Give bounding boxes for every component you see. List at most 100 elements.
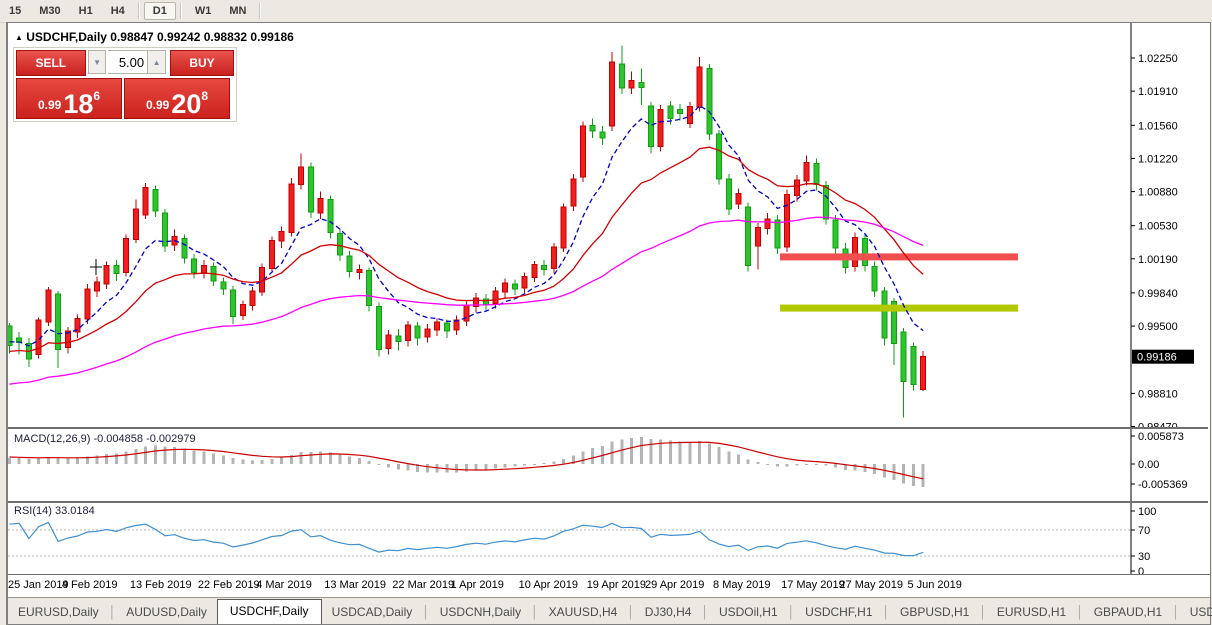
macd-bar [805, 464, 808, 465]
candle-body [240, 305, 245, 316]
candle-body [571, 179, 576, 206]
candle-body [853, 237, 858, 266]
timeframe-button-15[interactable]: 15 [0, 2, 30, 20]
timeframe-button-d1[interactable]: D1 [144, 2, 176, 20]
chart-tab-usdchf-daily[interactable]: USDCHF,Daily [217, 599, 322, 624]
timeframe-button-m30[interactable]: M30 [30, 2, 69, 20]
volume-down-button[interactable]: ▼ [88, 50, 107, 74]
macd-bar [484, 464, 487, 470]
chart-tab-eurusd-daily[interactable]: EURUSD,Daily [8, 601, 109, 624]
volume-up-button[interactable]: ▲ [147, 50, 166, 74]
chart-title: ▲ USDCHF,Daily 0.98847 0.99242 0.98832 0… [15, 30, 294, 44]
timeframe-button-w1[interactable]: W1 [186, 2, 221, 20]
bid-pipette: 6 [93, 89, 100, 103]
candle-body [406, 325, 411, 341]
macd-bar [737, 454, 740, 464]
candle-body [765, 219, 770, 229]
macd-bar [513, 464, 516, 467]
tab-separator: │ [531, 605, 539, 624]
candle-body [124, 238, 129, 272]
macd-bar [76, 458, 79, 464]
tab-separator: │ [883, 605, 891, 624]
macd-tick-label: 0.005873 [1138, 431, 1184, 443]
macd-bar [504, 464, 507, 467]
chart-tab-usdchf-h1[interactable]: USDCHF,H1 [795, 601, 882, 624]
timeframe-toolbar: 15M30H1H4 D1 W1MN [0, 0, 1212, 23]
candle-body [386, 335, 391, 349]
chart-tab-dj30-h4[interactable]: DJ30,H4 [635, 601, 702, 624]
candle-body [901, 332, 906, 382]
rsi-pane[interactable]: 10070300 [8, 501, 1208, 574]
chart-tab-usdoil-h1[interactable]: USDOil,H1 [709, 601, 788, 624]
macd-bar [407, 464, 410, 471]
macd-bar [795, 464, 798, 466]
candle-body [872, 267, 877, 291]
candle-body [639, 82, 644, 87]
tab-separator: │ [422, 605, 430, 624]
date-tick-label: 22 Feb 2019 [198, 579, 260, 591]
date-tick-label: 29 Apr 2019 [645, 579, 704, 591]
candle-body [143, 188, 148, 215]
timeframe-button-h1[interactable]: H1 [70, 2, 102, 20]
candle-body [201, 266, 206, 274]
candle-body [522, 276, 527, 288]
chart-window: ▲ USDCHF,Daily 0.98847 0.99242 0.98832 0… [6, 22, 1211, 625]
toolbar-separator [138, 3, 140, 19]
ask-quote-button[interactable]: 0.99 20 8 [124, 78, 230, 119]
buy-button[interactable]: BUY [170, 50, 234, 76]
candle-body [269, 240, 274, 268]
macd-bar [922, 464, 925, 487]
chart-tab-audusd-daily[interactable]: AUDUSD,Daily [116, 601, 217, 624]
candle-body [658, 110, 663, 147]
candle-body [328, 199, 333, 232]
macd-bar [620, 440, 623, 464]
chart-tab-gbpusd-h1[interactable]: GBPUSD,H1 [890, 601, 979, 624]
ohlc-values: 0.98847 0.99242 0.98832 0.99186 [110, 30, 294, 44]
timeframe-button-h4[interactable]: H4 [102, 2, 134, 20]
candle-body [629, 80, 634, 88]
symbol-name: USDCHF,Daily [26, 30, 107, 44]
timeframe-button-mn[interactable]: MN [220, 2, 255, 20]
candle-body [824, 186, 829, 219]
chart-tab-usdcad-daily[interactable]: USDCAD,Daily [322, 601, 423, 624]
candle-body [746, 207, 751, 266]
bid-quote-button[interactable]: 0.99 18 6 [16, 78, 122, 119]
chart-tab-eurusd-h1[interactable]: EURUSD,H1 [987, 601, 1076, 624]
macd-bar [786, 464, 789, 466]
candle-body [221, 282, 226, 289]
sell-button[interactable]: SELL [16, 50, 86, 76]
candle-body [542, 266, 547, 270]
candle-body [192, 259, 197, 273]
macd-bar [397, 464, 400, 470]
chart-tab-xauusd-h4[interactable]: XAUUSD,H4 [539, 601, 628, 624]
price-tick-label: 1.00190 [1138, 254, 1178, 266]
chart-tab-usdcnh-daily[interactable]: USDCNH,Daily [430, 601, 531, 624]
rsi-tick-label: 30 [1138, 551, 1150, 563]
date-tick-label: 10 Apr 2019 [519, 579, 578, 591]
chart-tab-usdjp[interactable]: USDJP [1180, 601, 1212, 624]
candle-body [600, 132, 605, 138]
candle-body [804, 162, 809, 181]
price-tick-label: 1.01910 [1138, 86, 1178, 98]
macd-bar [698, 441, 701, 464]
candle-body [493, 291, 498, 304]
candle-body [862, 238, 867, 265]
chart-tab-gbpaud-h1[interactable]: GBPAUD,H1 [1084, 601, 1172, 624]
macd-bar [523, 464, 526, 466]
ask-prefix: 0.99 [146, 98, 169, 112]
volume-input[interactable]: 5.00 [108, 50, 147, 74]
candle-body [911, 347, 916, 385]
candle-body [717, 134, 722, 179]
tab-separator: │ [627, 605, 635, 624]
candle-body [444, 323, 449, 331]
candle-body [551, 247, 556, 268]
macd-bar [319, 451, 322, 464]
price-tick-label: 1.01560 [1138, 120, 1178, 132]
date-tick-label: 17 May 2019 [781, 579, 845, 591]
macd-bar [27, 459, 30, 464]
candle-body [785, 195, 790, 248]
tab-separator: │ [788, 605, 796, 624]
candle-body [182, 238, 187, 258]
date-tick-label: 25 Jan 2019 [8, 579, 69, 591]
ask-pipette: 8 [201, 89, 208, 103]
